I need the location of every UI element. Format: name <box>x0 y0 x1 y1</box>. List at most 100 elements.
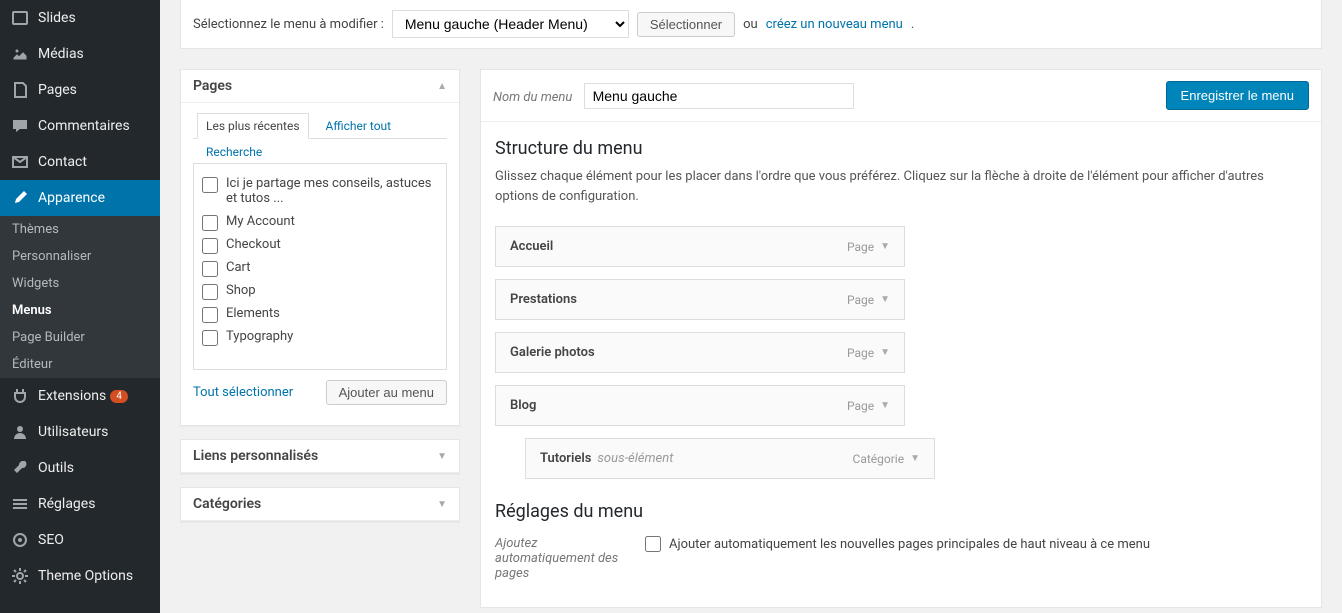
menu-item-title: Tutorielssous-élément <box>540 451 673 466</box>
chevron-down-icon[interactable]: ▼ <box>880 294 890 305</box>
sidebar-item-médias[interactable]: Médias <box>0 36 160 72</box>
sidebar-sub-éditeur[interactable]: Éditeur <box>0 351 160 378</box>
expand-icon: ▼ <box>437 451 447 462</box>
sidebar-item-commentaires[interactable]: Commentaires <box>0 108 160 144</box>
categories-postbox-header[interactable]: Catégories ▼ <box>181 488 459 521</box>
sidebar-sub-menus[interactable]: Menus <box>0 297 160 324</box>
menu-item[interactable]: AccueilPage ▼ <box>495 226 905 267</box>
sidebar-item-label: Commentaires <box>38 118 130 134</box>
select-all-link[interactable]: Tout sélectionner <box>193 385 293 400</box>
links-postbox-header[interactable]: Liens personnalisés ▼ <box>181 440 459 473</box>
or-text: ou <box>743 17 758 32</box>
create-menu-link[interactable]: créez un nouveau menu <box>766 17 903 32</box>
main-content: Sélectionnez le menu à modifier : Menu g… <box>160 0 1342 613</box>
structure-hint: Glissez chaque élément pour les placer d… <box>495 167 1307 206</box>
page-icon <box>10 80 30 100</box>
page-checkbox-item[interactable]: My Account <box>202 210 438 233</box>
tab-search[interactable]: Recherche <box>197 139 271 164</box>
page-checkbox-item[interactable]: Cart <box>202 256 438 279</box>
auto-add-text: Ajouter automatiquement les nouvelles pa… <box>669 537 1150 552</box>
chevron-down-icon[interactable]: ▼ <box>880 400 890 411</box>
menu-item-type: Page ▼ <box>847 240 890 254</box>
page-checkbox[interactable] <box>202 215 218 231</box>
slides-icon <box>10 8 30 28</box>
expand-icon: ▼ <box>437 499 447 510</box>
menu-name-label: Nom du menu <box>493 90 572 105</box>
pages-postbox: Pages ▲ Les plus récentes Afficher tout … <box>180 69 460 426</box>
menu-select-bar: Sélectionnez le menu à modifier : Menu g… <box>180 0 1322 49</box>
menu-name-input[interactable] <box>584 83 854 109</box>
pages-checklist[interactable]: Ici je partage mes conseils, astuces et … <box>194 164 446 369</box>
page-checkbox[interactable] <box>202 307 218 323</box>
page-checkbox[interactable] <box>202 177 218 193</box>
sidebar-item-slides[interactable]: Slides <box>0 0 160 36</box>
sidebar-item-outils[interactable]: Outils <box>0 450 160 486</box>
menu-select-label: Sélectionnez le menu à modifier : <box>193 17 384 32</box>
sidebar-item-seo[interactable]: SEO <box>0 522 160 558</box>
page-checkbox[interactable] <box>202 284 218 300</box>
page-checkbox-item[interactable]: Elements <box>202 302 438 325</box>
menu-item-type: Page ▼ <box>847 399 890 413</box>
save-menu-button[interactable]: Enregistrer le menu <box>1166 81 1309 110</box>
page-checkbox-item[interactable]: Ici je partage mes conseils, astuces et … <box>202 172 438 210</box>
tab-recent[interactable]: Les plus récentes <box>197 113 309 139</box>
sidebar-item-utilisateurs[interactable]: Utilisateurs <box>0 414 160 450</box>
sidebar-item-extensions[interactable]: Extensions 4 <box>0 378 160 414</box>
menu-item-title: Prestations <box>510 292 577 307</box>
page-checkbox-item[interactable]: Shop <box>202 279 438 302</box>
chevron-down-icon[interactable]: ▼ <box>880 347 890 358</box>
add-to-menu-button[interactable]: Ajouter au menu <box>326 380 447 405</box>
sidebar-item-theme-options[interactable]: Theme Options <box>0 558 160 594</box>
gear-icon <box>10 566 30 586</box>
menu-item-type: Page ▼ <box>847 346 890 360</box>
sidebar-sub-thèmes[interactable]: Thèmes <box>0 216 160 243</box>
page-checkbox[interactable] <box>202 238 218 254</box>
sidebar-item-pages[interactable]: Pages <box>0 72 160 108</box>
plugin-icon <box>10 386 30 406</box>
sidebar-sub-personnaliser[interactable]: Personnaliser <box>0 243 160 270</box>
sidebar-item-apparence[interactable]: Apparence <box>0 180 160 216</box>
sidebar-item-label: Réglages <box>38 496 95 512</box>
mail-icon <box>10 152 30 172</box>
select-button[interactable]: Sélectionner <box>637 12 735 37</box>
update-badge: 4 <box>110 390 128 403</box>
sidebar-item-label: Pages <box>38 82 77 98</box>
collapse-icon: ▲ <box>437 81 447 92</box>
page-checkbox[interactable] <box>202 330 218 346</box>
comment-icon <box>10 116 30 136</box>
links-postbox: Liens personnalisés ▼ <box>180 439 460 474</box>
sidebar-item-label: Slides <box>38 10 76 26</box>
sidebar-item-réglages[interactable]: Réglages <box>0 486 160 522</box>
sidebar-item-label: Extensions <box>38 388 106 404</box>
users-icon <box>10 422 30 442</box>
media-icon <box>10 44 30 64</box>
sidebar-item-label: Outils <box>38 460 74 476</box>
chevron-down-icon[interactable]: ▼ <box>910 453 920 464</box>
auto-add-checkbox[interactable] <box>645 536 661 552</box>
menu-item[interactable]: BlogPage ▼ <box>495 385 905 426</box>
page-checkbox[interactable] <box>202 261 218 277</box>
structure-heading: Structure du menu <box>495 138 1307 159</box>
menu-item[interactable]: Prestations Page ▼ <box>495 279 905 320</box>
menu-item[interactable]: Tutorielssous-élément Catégorie ▼ <box>525 438 935 479</box>
menu-item[interactable]: Galerie photosPage ▼ <box>495 332 905 373</box>
sidebar-item-label: Médias <box>38 46 84 62</box>
seo-icon <box>10 530 30 550</box>
menu-item-type: Catégorie ▼ <box>853 452 920 466</box>
brush-icon <box>10 188 30 208</box>
menu-edit-frame: Nom du menu Enregistrer le menu Structur… <box>480 69 1322 608</box>
menu-select[interactable]: Menu gauche (Header Menu) <box>392 10 629 38</box>
tab-all[interactable]: Afficher tout <box>317 113 401 139</box>
sidebar-item-label: SEO <box>38 532 64 548</box>
page-checkbox-item[interactable]: Checkout <box>202 233 438 256</box>
settings-icon <box>10 494 30 514</box>
page-checkbox-item[interactable]: Typography <box>202 325 438 348</box>
pages-postbox-header[interactable]: Pages ▲ <box>181 70 459 103</box>
chevron-down-icon[interactable]: ▼ <box>880 241 890 252</box>
menu-item-type: Page ▼ <box>847 293 890 307</box>
sidebar-sub-widgets[interactable]: Widgets <box>0 270 160 297</box>
sidebar-sub-page builder[interactable]: Page Builder <box>0 324 160 351</box>
admin-sidebar: Slides Médias Pages Commentaires ContactAppa… <box>0 0 160 613</box>
sidebar-item-contact[interactable]: Contact <box>0 144 160 180</box>
settings-heading: Réglages du menu <box>495 501 1307 522</box>
